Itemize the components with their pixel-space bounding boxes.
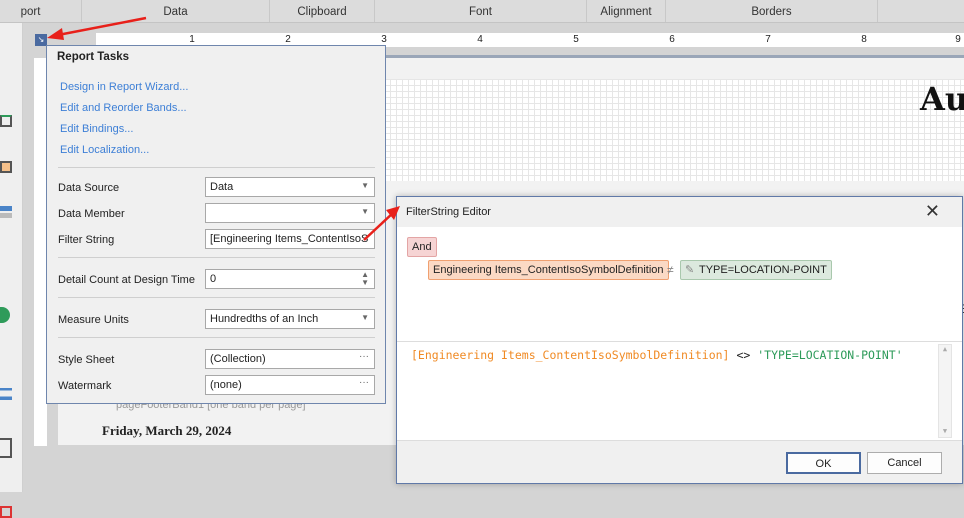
red-arrow-to-dialog — [363, 206, 400, 241]
red-arrow-to-smart-tag — [47, 16, 147, 40]
barcode-tool-icon[interactable] — [0, 506, 12, 518]
annotation-arrows — [47, 16, 400, 241]
